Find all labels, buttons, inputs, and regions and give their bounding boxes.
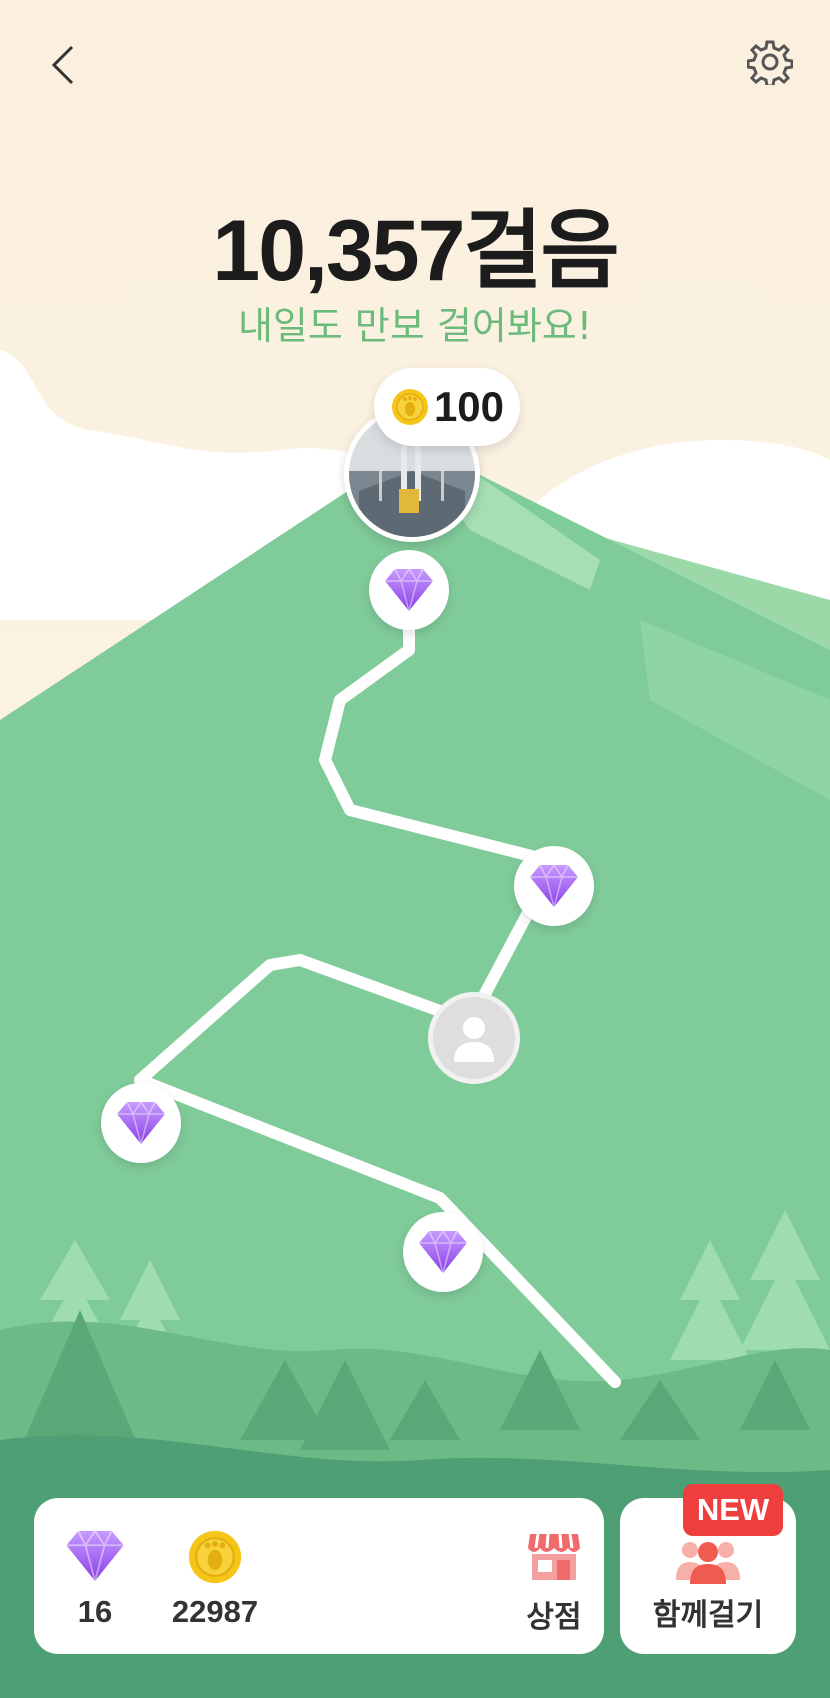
shop-button[interactable]: 상점 — [504, 1528, 604, 1636]
encouragement-message: 내일도 만보 걸어봐요! — [237, 304, 593, 348]
path-node-diamond[interactable] — [369, 550, 449, 630]
shop-label: 상점 — [526, 1600, 582, 1635]
coin-count: 22987 — [171, 1594, 259, 1629]
diamond-icon — [385, 567, 433, 613]
peak-coin-value: 100 — [433, 383, 505, 430]
settings-button[interactable] — [742, 34, 798, 90]
step-count: 10,357걸음 — [212, 203, 619, 299]
path-node-diamond[interactable] — [514, 846, 594, 926]
back-button[interactable] — [38, 40, 88, 90]
diamond-balance: 16 — [40, 1528, 150, 1630]
coin-balance: 22987 — [160, 1528, 270, 1630]
peak-coin-reward[interactable]: 100 — [374, 368, 520, 446]
footprint-coin-icon — [188, 1530, 242, 1584]
gear-icon — [747, 40, 793, 85]
current-position-node[interactable] — [428, 992, 520, 1084]
diamond-icon — [117, 1100, 165, 1146]
diamond-icon — [419, 1229, 467, 1275]
chevron-left-icon — [51, 45, 74, 85]
wallet-card: 16 22987 상점 — [34, 1498, 604, 1654]
top-bar — [0, 0, 830, 130]
path-node-diamond[interactable] — [101, 1083, 181, 1163]
footprint-coin-icon — [391, 389, 428, 425]
diamond-icon — [530, 863, 578, 909]
user-avatar-icon — [454, 1017, 494, 1062]
path-node-diamond[interactable] — [403, 1212, 483, 1292]
diamond-icon — [66, 1529, 124, 1585]
store-icon — [528, 1533, 580, 1580]
new-badge: NEW — [683, 1484, 783, 1536]
diamond-count: 16 — [77, 1594, 113, 1629]
walk-together-label: 함께걸기 — [652, 1598, 764, 1633]
walking-screen: 10,357걸음 내일도 만보 걸어봐요! 100 16 22987 상점 함께… — [0, 0, 830, 1698]
group-people-icon — [676, 1542, 740, 1584]
